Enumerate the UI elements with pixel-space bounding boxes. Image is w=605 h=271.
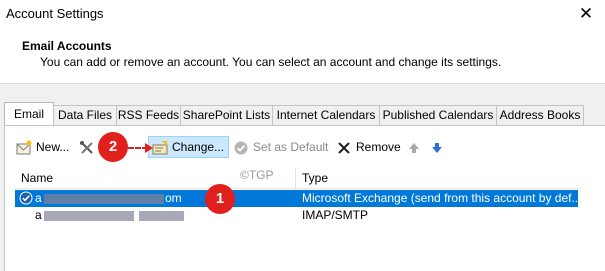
move-down-button[interactable] [429,136,449,158]
section-description: You can add or remove an account. You ca… [40,55,502,69]
watermark: ©TGP [240,168,274,182]
new-mail-icon [16,140,32,156]
remove-label: Remove [356,140,401,154]
move-down-arrow-icon [429,140,445,156]
account-row[interactable]: a om Microsoft Exchange (send from this … [15,190,582,207]
remove-x-icon [336,140,352,156]
title-bar: Account Settings ✕ [0,0,605,30]
account-name: a [35,208,42,222]
annotation-arrow-head [145,143,153,153]
account-name: a [35,191,42,205]
tab-rss-feeds[interactable]: RSS Feeds [116,105,181,125]
default-account-check-icon [19,191,33,205]
step-marker-1: 1 [205,184,235,214]
account-row[interactable]: a IMAP/SMTP [15,207,578,224]
redacted-email [44,211,134,221]
move-up-button[interactable] [406,136,426,158]
set-as-default-button[interactable]: Set as Default [233,136,328,158]
tab-internet-calendars[interactable]: Internet Calendars [272,105,380,125]
new-button[interactable]: New... [16,136,69,158]
tab-data-files[interactable]: Data Files [53,105,117,125]
remove-button[interactable]: Remove [336,136,401,158]
move-up-arrow-icon [406,140,422,156]
step-marker-2: 2 [98,132,128,162]
window-title: Account Settings [6,6,104,21]
account-type: IMAP/SMTP [302,208,369,222]
check-circle-icon [233,140,249,156]
column-type-header[interactable]: Type [302,171,328,185]
column-name-header[interactable]: Name [21,171,53,185]
tab-address-books[interactable]: Address Books [496,105,584,125]
accounts-table-header: Name Type [15,168,580,189]
header-panel: Email Accounts You can add or remove an … [0,30,605,84]
tab-published-calendars[interactable]: Published Calendars [379,105,497,125]
repair-tools-icon [79,140,95,156]
tab-sharepoint-lists[interactable]: SharePoint Lists [180,105,273,125]
tab-email[interactable]: Email [4,102,54,126]
column-divider [295,168,296,188]
change-button-label: Change... [172,140,225,154]
new-button-label: New... [36,140,70,154]
account-type: Microsoft Exchange (send from this accou… [302,191,582,205]
redacted-email [44,194,164,204]
section-title: Email Accounts [22,39,112,53]
change-button[interactable]: Change... [148,136,229,158]
repair-button[interactable] [79,136,99,158]
account-name-suffix: om [165,191,182,205]
set-as-default-label: Set as Default [253,140,329,154]
close-icon[interactable]: ✕ [571,3,601,25]
change-card-icon [152,140,168,156]
redacted-domain [139,211,184,221]
